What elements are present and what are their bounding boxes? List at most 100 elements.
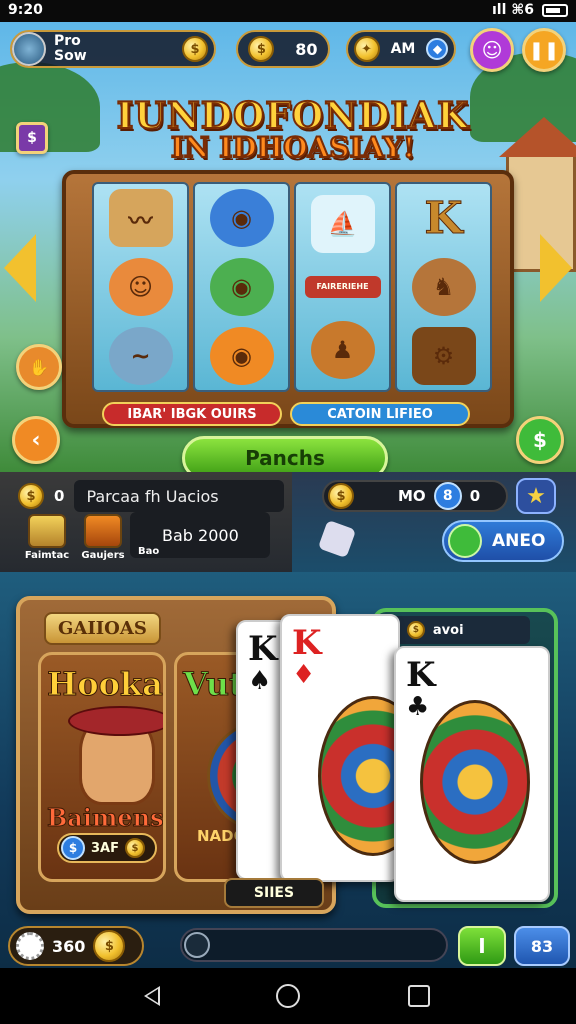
coin-icon: $ <box>406 621 425 639</box>
tile1-title: Hooka <box>47 665 163 704</box>
tag-symbol: FAIRERIEHE <box>304 275 381 298</box>
back-button[interactable]: ‹ <box>12 416 60 464</box>
footer-bar: 360 $ I 83 <box>0 922 576 968</box>
profile-text: Pro Sow <box>54 34 87 63</box>
reel-4: K ♞ ⚙ <box>395 182 492 392</box>
avatar <box>12 32 46 66</box>
next-arrow-button[interactable] <box>540 234 572 302</box>
pause-button[interactable]: ❚❚ <box>522 28 566 72</box>
bet-value: Bab 2000 <box>162 525 239 545</box>
title-line2: IN IDHOASIAY! <box>170 131 416 164</box>
prev-arrow-button[interactable] <box>4 234 36 302</box>
battery-icon <box>542 3 568 17</box>
card-panel-text: avoi <box>432 622 464 638</box>
item-gaujers[interactable]: Gaujers <box>78 514 128 561</box>
aneo-label: ANEO <box>492 531 546 551</box>
card-suit: ♦ <box>292 660 316 690</box>
game-title: IUNDOFONDIAK IN IDHOASIAY! <box>108 95 478 164</box>
playing-card-3[interactable]: K ♣ <box>394 646 550 902</box>
coin-icon: $ <box>125 838 145 858</box>
profile-pill[interactable]: Pro Sow $ <box>10 30 216 68</box>
feather-icon <box>317 519 357 559</box>
gems-label: AM <box>390 41 416 57</box>
status-icons: ıll ⌘6 <box>492 2 568 18</box>
nav-home-icon[interactable] <box>276 984 300 1008</box>
aneo-button[interactable]: ANEO <box>442 520 564 562</box>
reel-1: 〰 ☺ ~ <box>92 182 189 392</box>
palm-leaves-left <box>0 62 100 152</box>
nav-recents-icon[interactable] <box>408 985 430 1007</box>
item-label: Faimtac <box>24 550 70 561</box>
info-row: $ 0 Parcaa fh Uacios <box>18 480 285 512</box>
banner-right: CATOIN LIFIEO <box>290 402 470 426</box>
coins-value: 80 <box>295 39 318 59</box>
bottom-area: GAIIOAS Hooka Baimens $ 3AF $ Vuta NADO … <box>0 572 576 968</box>
box-icon <box>28 514 66 548</box>
item-faimtac[interactable]: Faimtac <box>22 514 72 561</box>
gift-icon: ☺ <box>481 38 503 62</box>
character-icon <box>84 514 122 548</box>
profile-sub: Sow <box>54 48 87 64</box>
profile-name: Pro <box>54 33 81 50</box>
progress-bar[interactable] <box>180 928 448 962</box>
status-time: 9:20 <box>8 2 43 18</box>
wallet-badge-1: 8 <box>433 482 462 510</box>
flower-icon <box>16 932 44 960</box>
coin-icon: $ <box>93 930 126 962</box>
item-icons: Faimtac Gaujers <box>22 514 128 561</box>
wallet-pill[interactable]: $ MO 8 0 <box>322 480 508 512</box>
info-field[interactable]: Parcaa fh Uacios <box>74 480 285 512</box>
balance-pill[interactable]: 360 $ <box>8 926 144 966</box>
reels: 〰 ☺ ~ ◉ ◉ ◉ ⛵ FAIRERIEHE ♟ K ♞ ⚙ <box>92 182 492 392</box>
banner-left: IBAR' IBGK OUIRS <box>102 402 282 426</box>
wallet-value: MO <box>398 487 426 505</box>
slot-machine: 〰 ☺ ~ ◉ ◉ ◉ ⛵ FAIRERIEHE ♟ K ♞ ⚙ IBAR' I… <box>62 170 514 428</box>
dolphin-symbol: ~ <box>108 326 173 385</box>
boat-symbol: ⛵ <box>310 195 375 254</box>
info-prefix: 0 <box>54 487 65 505</box>
item-bao-label: Bao <box>138 546 160 557</box>
playing-card-2[interactable]: K ♦ <box>280 614 400 882</box>
diamond-icon: $ <box>61 836 85 860</box>
orange-fish-symbol: ◉ <box>209 326 274 385</box>
coin-icon: $ <box>248 36 275 62</box>
blue-action-button[interactable]: 83 <box>514 926 570 966</box>
card-art <box>318 696 398 856</box>
gift-button[interactable]: ☺ <box>470 28 514 72</box>
k-symbol: K <box>424 192 463 244</box>
gems-pill[interactable]: ✦ AM ◆ <box>346 30 456 68</box>
play-button[interactable]: Panchs <box>182 436 388 472</box>
card-rank: K <box>248 629 278 669</box>
board-title: GAIIOAS <box>44 612 161 645</box>
title-line1: IUNDOFONDIAK <box>116 95 470 137</box>
monkey-symbol: ☺ <box>108 257 173 316</box>
compass-icon: ✦ <box>353 36 380 62</box>
coin-icon: $ <box>182 36 208 62</box>
green-action-button[interactable]: I <box>458 926 506 966</box>
game-tile-hooka[interactable]: Hooka Baimens $ 3AF $ <box>38 652 166 882</box>
star-icon: ★ <box>526 483 546 509</box>
reel-2: ◉ ◉ ◉ <box>193 182 290 392</box>
star-button[interactable]: ★ <box>516 478 556 514</box>
diamond-icon: ◆ <box>426 38 449 60</box>
item-label: Gaujers <box>81 550 125 561</box>
coin-icon: $ <box>328 483 354 509</box>
card-rank: K <box>406 655 436 695</box>
nav-back-icon[interactable] <box>144 986 160 1006</box>
green-fish-symbol: ◉ <box>209 257 274 316</box>
coins-pill[interactable]: $ 80 <box>236 30 330 68</box>
progress-knob[interactable] <box>184 932 210 958</box>
card-art <box>420 700 530 864</box>
system-nav-bar <box>0 968 576 1024</box>
pause-icon: ❚❚ <box>528 39 560 61</box>
character-button[interactable]: ✋ <box>16 344 62 390</box>
card-panel-label: ✎ $ avoi <box>380 616 530 644</box>
balance-value: 360 <box>52 936 86 956</box>
green-orb-icon <box>448 524 482 558</box>
refresh-button[interactable]: $ <box>516 416 564 464</box>
crate-symbol: ⚙ <box>411 326 476 385</box>
spin-label[interactable]: SIIES <box>224 878 324 908</box>
game-scene: Pro Sow $ $ 80 ✦ AM ◆ ☺ ❚❚ $ IUNDOFONDIA… <box>0 22 576 472</box>
menu-button[interactable]: $ <box>16 122 48 154</box>
card-suit: ♠ <box>248 666 272 696</box>
